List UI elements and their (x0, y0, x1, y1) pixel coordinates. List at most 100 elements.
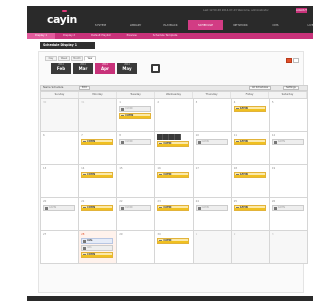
day-number: 3 (271, 233, 274, 236)
schedule-event[interactable]: CAYIN (157, 205, 190, 211)
weekday-header: Sunday Monday Tuesday Wednesday Thursday Frid… (40, 91, 308, 99)
calendar-day[interactable]: 25 CAYIN (231, 198, 270, 230)
all-schedules-button[interactable]: All Schedules (249, 86, 271, 90)
event-label: CAYIN (201, 140, 209, 143)
schedule-event[interactable]: CAYIN (233, 205, 266, 211)
calendar-day[interactable]: 30 CAYIN (155, 231, 194, 263)
calendar-day[interactable]: 20 CAYIN (41, 198, 80, 230)
subnav-item[interactable]: Default Playlist (83, 33, 119, 39)
calendar-day[interactable]: 1 (193, 231, 232, 263)
calendar-day[interactable]: 29 (117, 231, 156, 263)
close-icon[interactable] (175, 134, 182, 140)
calendar-day[interactable]: 19 (269, 165, 308, 197)
calendar-day[interactable]: 31 (79, 99, 118, 131)
day-number: 15 (119, 167, 123, 170)
calendar-day[interactable]: 28 info info CAYIN (79, 231, 118, 263)
tab-week[interactable]: Week (58, 56, 70, 61)
schedule-event[interactable]: CAYIN (233, 106, 266, 112)
schedule-event[interactable]: CAYIN (119, 205, 152, 211)
calendar-day[interactable]: 2 (231, 231, 270, 263)
nav-item-live[interactable]: LIVE (293, 20, 326, 30)
calendar-day[interactable]: 11 CAYIN (231, 132, 270, 164)
list-view-icon[interactable] (293, 58, 299, 63)
calendar-day[interactable]: 14 CAYIN (79, 165, 118, 197)
calendar-day[interactable]: 1 CAYIN CAYIN (117, 99, 156, 131)
schedule-event[interactable]: CAYIN (271, 139, 304, 145)
calendar-day[interactable]: 15 (117, 165, 156, 197)
calendar-day[interactable]: 24 CAYIN (193, 198, 232, 230)
schedule-event[interactable]: CAYIN (195, 139, 228, 145)
nav-item-network[interactable]: NETWORK (223, 20, 258, 30)
day-number: 19 (271, 167, 276, 170)
calendar-day[interactable]: 5 (269, 99, 308, 131)
calendar-week: 27 28 info info CAYIN 29 30 CAYIN 1 2 3 (40, 231, 308, 264)
schedule-event[interactable]: CAYIN (119, 106, 152, 112)
calendar-day[interactable]: 26 CAYIN (269, 198, 308, 230)
calendar-day[interactable]: 13 (41, 165, 80, 197)
schedule-event[interactable]: CAYIN (81, 172, 114, 178)
calendar-day[interactable]: 17 (193, 165, 232, 197)
schedule-event[interactable]: CAYIN (157, 141, 190, 147)
subnav-item[interactable]: Preview (119, 33, 145, 39)
schedule-event[interactable]: info (81, 238, 114, 244)
calendar-week: 20 CAYIN 21 CAYIN 22 CAYIN 23 CAYIN 24 CAYIN 25 CAY… (40, 198, 308, 231)
logout-button[interactable]: LOGOUT (296, 8, 307, 13)
calendar-day[interactable]: 21 CAYIN (79, 198, 118, 230)
nav-item-playback[interactable]: PLAYBACK (153, 20, 188, 30)
calendar-day[interactable]: 12 CAYIN (269, 132, 308, 164)
nav-item-cms[interactable]: CMS (258, 20, 293, 30)
page-title: Schedule Display 1 (40, 42, 95, 49)
cayin-logo[interactable]: cayin (47, 13, 77, 26)
calendar-day[interactable]: 4 CAYIN (231, 99, 270, 131)
schedule-event[interactable]: CAYIN (43, 205, 75, 211)
calendar-day[interactable]: 9CAYIN (155, 132, 194, 164)
calendar-day[interactable]: 16 CAYIN (155, 165, 194, 197)
schedule-event[interactable]: CAYIN (233, 172, 266, 178)
month-button[interactable]: 2014 Mar (73, 63, 93, 74)
schedule-event[interactable]: info (81, 245, 114, 251)
month-button[interactable]: 2014 Feb (51, 63, 71, 74)
calendar-day[interactable]: 23 CAYIN (155, 198, 194, 230)
schedule-event[interactable]: CAYIN (119, 139, 152, 145)
schedule-name-label[interactable]: Name Schedule (43, 86, 63, 90)
calendar-day[interactable]: 22 CAYIN (117, 198, 156, 230)
day-number: 29 (119, 233, 123, 236)
schedule-event[interactable]: CAYIN (119, 113, 152, 119)
schedule-event[interactable]: CAYIN (81, 252, 114, 258)
calendar-day[interactable]: 6 (41, 132, 80, 164)
subnav-item[interactable]: Display 1 (27, 33, 56, 39)
event-controls[interactable] (157, 134, 182, 140)
calendar-day[interactable]: 3 (193, 99, 232, 131)
tab-year[interactable]: Year (84, 56, 96, 61)
tab-month[interactable]: Month (71, 56, 83, 61)
calendar-day[interactable]: 10 CAYIN (193, 132, 232, 164)
month-button[interactable]: 2014 Apr (95, 63, 115, 74)
calendar-day[interactable]: 30 (41, 99, 80, 131)
calendar-day[interactable]: 8 CAYIN (117, 132, 156, 164)
subnav-item[interactable]: Display 2 (55, 33, 83, 39)
schedule-event[interactable]: CAYIN (81, 139, 114, 145)
calendar-day[interactable]: 2 (155, 99, 194, 131)
schedule-event[interactable]: CAYIN (157, 172, 190, 178)
month-button[interactable]: 2014 May (117, 63, 137, 74)
schedule-event[interactable]: CAYIN (81, 205, 114, 211)
event-label: CAYIN (239, 107, 248, 110)
nav-item-system[interactable]: SYSTEM (83, 20, 118, 30)
schedule-event[interactable]: CAYIN (195, 205, 228, 211)
schedule-event[interactable]: CAYIN (157, 238, 190, 244)
settings-button[interactable]: Settings (283, 86, 299, 90)
schedule-event[interactable]: CAYIN (233, 139, 266, 145)
calendar-day[interactable]: 3 (269, 231, 308, 263)
nav-item-library[interactable]: LIBRARY (118, 20, 153, 30)
schedule-event[interactable]: CAYIN (271, 205, 304, 211)
calendar-picker-icon[interactable] (151, 64, 160, 73)
calendar-view-icon[interactable] (286, 58, 292, 63)
nav-item-schedule[interactable]: SCHEDULE (188, 20, 223, 30)
top-header: cayin Last 12:50:48 2014-07-23 Welcome, … (27, 6, 314, 33)
subnav-item[interactable]: Schedule Template (145, 33, 186, 39)
edit-button[interactable]: Edit (79, 86, 90, 90)
calendar-day[interactable]: 18 CAYIN (231, 165, 270, 197)
calendar-day[interactable]: 7 CAYIN (79, 132, 118, 164)
tab-day[interactable]: Day (45, 56, 57, 61)
calendar-day[interactable]: 27 (41, 231, 80, 263)
